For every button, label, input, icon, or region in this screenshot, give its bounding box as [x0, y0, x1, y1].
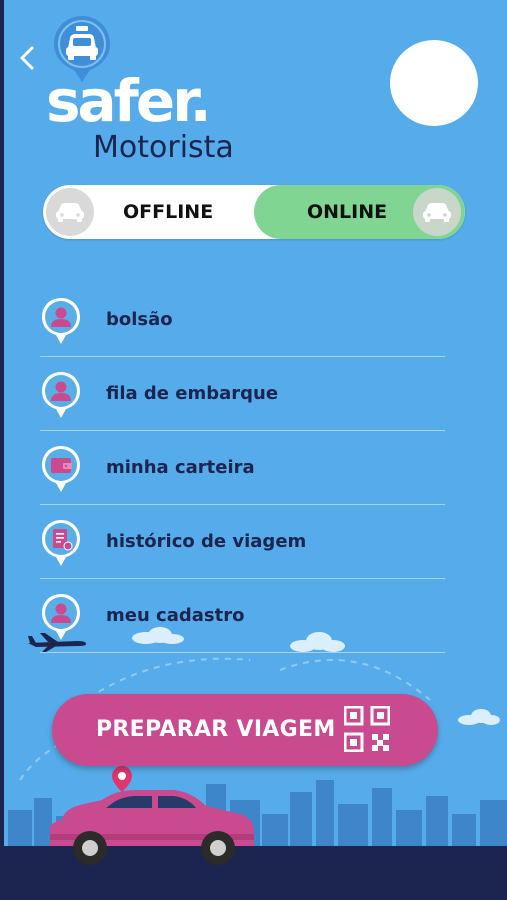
prepare-trip-label: PREPARAR VIAGEM: [96, 717, 336, 742]
wallet-icon: [42, 446, 80, 492]
profile-avatar[interactable]: [390, 40, 478, 126]
main-menu: bolsão fila de embarque minha carteira h…: [40, 283, 445, 653]
menu-item-label: minha carteira: [106, 457, 255, 478]
menu-item-label: fila de embarque: [106, 383, 279, 404]
app-subtitle: Motorista: [93, 130, 234, 165]
menu-item-label: histórico de viagem: [106, 531, 307, 552]
qr-code-icon: [344, 706, 390, 752]
cloud-icon: [458, 709, 500, 725]
menu-item-label: bolsão: [106, 309, 173, 330]
chevron-left-icon: [20, 46, 34, 70]
menu-item-fila-de-embarque[interactable]: fila de embarque: [40, 357, 445, 431]
brand-logo: safer.: [46, 67, 212, 135]
menu-item-bolsao[interactable]: bolsão: [40, 283, 445, 357]
offline-label[interactable]: OFFLINE: [123, 201, 213, 223]
airplane-icon: [28, 633, 86, 652]
online-label[interactable]: ONLINE: [307, 201, 387, 223]
car-illustration: [50, 766, 254, 865]
document-icon: [42, 520, 80, 566]
cloud-icon: [290, 632, 345, 652]
online-car-icon: [413, 188, 461, 236]
user-icon: [42, 298, 80, 344]
menu-item-label: meu cadastro: [106, 605, 245, 626]
prepare-trip-button[interactable]: PREPARAR VIAGEM: [52, 694, 438, 766]
status-toggle[interactable]: OFFLINE ONLINE: [43, 185, 465, 239]
user-icon: [42, 372, 80, 418]
menu-item-historico-de-viagem[interactable]: histórico de viagem: [40, 505, 445, 579]
menu-item-minha-carteira[interactable]: minha carteira: [40, 431, 445, 505]
cloud-icon: [132, 627, 184, 644]
back-button[interactable]: [14, 40, 44, 76]
offline-car-icon: [46, 188, 94, 236]
